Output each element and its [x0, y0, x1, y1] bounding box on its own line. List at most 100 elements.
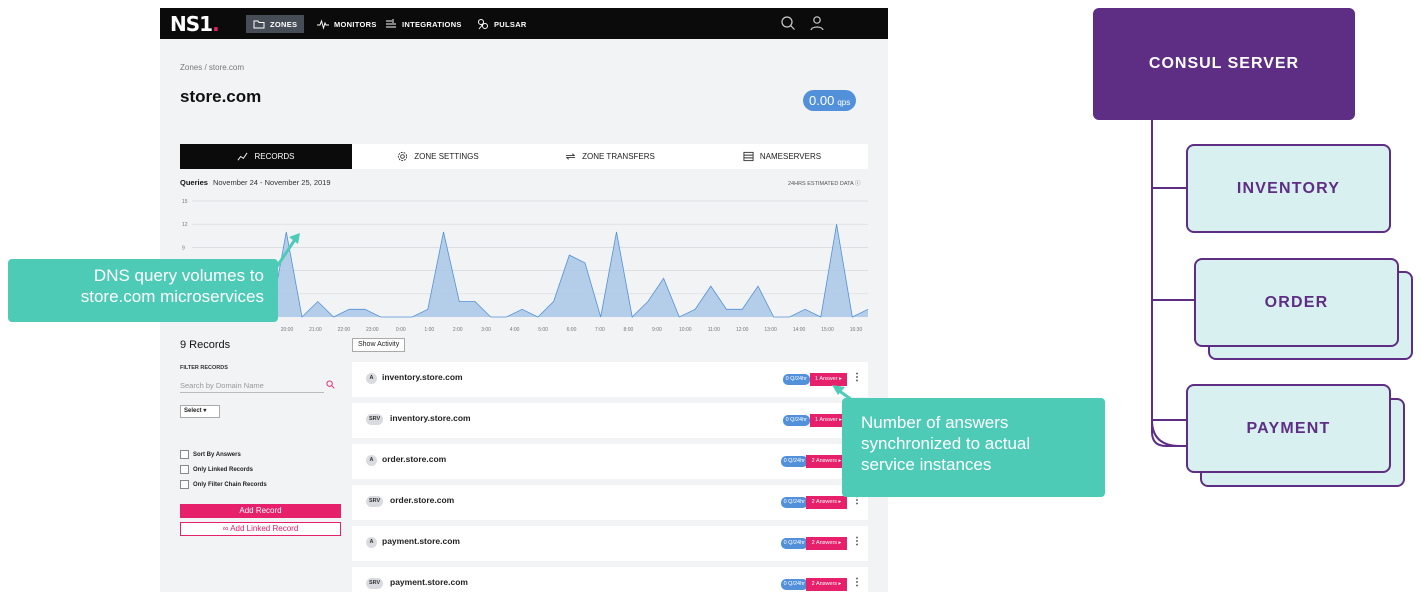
record-row[interactable]: A payment.store.com 0 Q/24hr 2 Answers ▸… [352, 526, 868, 561]
add-linked-record-button[interactable]: ∞ Add Linked Record [180, 522, 341, 536]
x-tick-label: 11:00 [708, 327, 720, 333]
chart-line-icon [238, 152, 248, 161]
x-tick-label: 3:00 [481, 327, 491, 333]
x-tick-label: 16:30 [850, 327, 863, 333]
x-tick-label: 9:00 [652, 327, 662, 333]
payment-service-box: PAYMENT [1186, 384, 1391, 473]
search-icon[interactable] [326, 380, 335, 389]
record-row[interactable]: SRV inventory.store.com 0 Q/24hr 1 Answe… [352, 403, 868, 438]
nav-integrations[interactable]: INTEGRATIONS [378, 15, 469, 33]
record-domain[interactable]: inventory.store.com [382, 372, 463, 382]
x-tick-label: 15:00 [821, 327, 834, 333]
x-tick-label: 0:00 [396, 327, 406, 333]
record-queries-badge: 0 Q/24hr [780, 538, 808, 549]
record-queries-badge: 0 Q/24hr [780, 497, 808, 508]
gear-icon [398, 151, 408, 162]
checkbox-box[interactable] [180, 480, 189, 489]
only-filter-chain-checkbox[interactable]: Only Filter Chain Records [180, 480, 267, 489]
show-activity-button[interactable]: Show Activity [352, 338, 406, 352]
order-service-box: ORDER [1194, 258, 1399, 347]
x-tick-label: 5:00 [538, 327, 548, 333]
x-tick-label: 21:00 [309, 327, 322, 333]
record-domain[interactable]: order.store.com [390, 495, 454, 505]
filter-records-label: FILTER RECORDS [180, 365, 228, 371]
plug-icon [386, 19, 396, 28]
record-row[interactable]: SRV order.store.com 0 Q/24hr 2 Answers ▸… [352, 485, 868, 520]
record-type-badge: SRV [366, 496, 384, 507]
record-domain[interactable]: payment.store.com [390, 577, 468, 587]
queries-date-range: Queries November 24 - November 25, 2019 [180, 178, 331, 187]
more-options-icon[interactable]: ⋮ [852, 535, 862, 549]
record-answers-button[interactable]: 2 Answers ▸ [806, 578, 847, 591]
record-domain[interactable]: inventory.store.com [390, 413, 471, 423]
more-options-icon[interactable]: ⋮ [852, 576, 862, 590]
search-icon[interactable] [780, 15, 796, 31]
add-record-button[interactable]: Add Record [180, 504, 341, 518]
record-answers-button[interactable]: 2 Answers ▸ [806, 496, 847, 509]
record-type-badge: SRV [366, 414, 384, 425]
record-queries-badge: 0 Q/24hr [780, 579, 808, 590]
tab-zone-transfers[interactable]: ZONE TRANSFERS [524, 144, 696, 169]
consul-server-box: CONSUL SERVER [1093, 8, 1355, 120]
record-answers-button[interactable]: 2 Answers ▸ [806, 537, 847, 550]
server-icon [743, 151, 754, 162]
select-dropdown[interactable]: Select ▾ [180, 405, 220, 418]
x-tick-label: 20:00 [281, 327, 294, 333]
more-options-icon[interactable]: ⋮ [852, 371, 862, 385]
record-row[interactable]: A inventory.store.com 0 Q/24hr 1 Answer … [352, 362, 868, 397]
x-tick-label: 7:00 [595, 327, 605, 333]
transfer-icon [565, 153, 576, 160]
y-tick-label: 15 [182, 199, 188, 205]
sort-by-answers-checkbox[interactable]: Sort By Answers [180, 450, 241, 459]
x-tick-label: 6:00 [567, 327, 577, 333]
nav-zones[interactable]: ZONES [246, 15, 305, 33]
record-type-badge: A [366, 373, 377, 384]
x-tick-label: 13:00 [764, 327, 777, 333]
ns1-logo[interactable]: NS1. [170, 12, 220, 36]
user-icon[interactable] [809, 15, 825, 31]
estimated-data-label: 24HRS ESTIMATED DATA ⓘ [788, 181, 861, 187]
breadcrumb[interactable]: Zones / store.com [180, 63, 244, 72]
y-tick-label: 9 [182, 245, 185, 251]
record-answers-button[interactable]: 2 Answers ▸ [806, 455, 847, 468]
folder-icon [253, 20, 265, 29]
checkbox-box[interactable] [180, 465, 189, 474]
dns-query-callout: DNS query volumes to store.com microserv… [8, 259, 278, 322]
records-count: 9 Records [180, 339, 231, 351]
page-title: store.com [180, 87, 262, 106]
record-type-badge: A [366, 537, 377, 548]
record-row[interactable]: A order.store.com 0 Q/24hr 2 Answers ▸ ⋮ [352, 444, 868, 479]
checkbox-box[interactable] [180, 450, 189, 459]
y-tick-label: 12 [182, 222, 188, 228]
x-tick-label: 10:00 [679, 327, 692, 333]
x-tick-label: 14:00 [793, 327, 806, 333]
nav-pulsar[interactable]: PULSAR [470, 15, 534, 33]
x-tick-label: 8:00 [624, 327, 634, 333]
only-linked-records-checkbox[interactable]: Only Linked Records [180, 465, 253, 474]
record-type-badge: SRV [366, 578, 384, 589]
pulsar-icon [478, 19, 488, 30]
tab-zone-settings[interactable]: ZONE SETTINGS [352, 144, 524, 169]
tab-nameservers[interactable]: NAMESERVERS [696, 144, 868, 169]
record-row[interactable]: SRV payment.store.com 0 Q/24hr 2 Answers… [352, 567, 868, 592]
record-queries-badge: 0 Q/24hr [780, 456, 808, 467]
x-tick-label: 23:00 [366, 327, 379, 333]
qps-badge: 0.00 qps [803, 90, 857, 111]
inventory-service-box: INVENTORY [1186, 144, 1391, 233]
search-input[interactable] [180, 379, 324, 393]
nav-monitors[interactable]: MONITORS [310, 15, 384, 33]
record-domain[interactable]: order.store.com [382, 454, 446, 464]
x-tick-label: 2:00 [453, 327, 463, 333]
record-answers-button[interactable]: 1 Answer ▸ [810, 373, 847, 386]
record-type-badge: A [366, 455, 377, 466]
record-queries-badge: 0 Q/24hr [782, 415, 810, 426]
record-queries-badge: 0 Q/24hr [782, 374, 810, 385]
tab-records[interactable]: RECORDS [180, 144, 352, 169]
record-domain[interactable]: payment.store.com [382, 536, 460, 546]
x-tick-label: 22:00 [338, 327, 351, 333]
zone-tabs: RECORDS ZONE SETTINGS ZONE TRANSFERS NAM… [180, 144, 868, 169]
pulse-icon [317, 19, 329, 30]
x-tick-label: 1:00 [424, 327, 434, 333]
answers-sync-callout: Number of answers synchronized to actual… [842, 398, 1105, 497]
x-tick-label: 4:00 [510, 327, 520, 333]
